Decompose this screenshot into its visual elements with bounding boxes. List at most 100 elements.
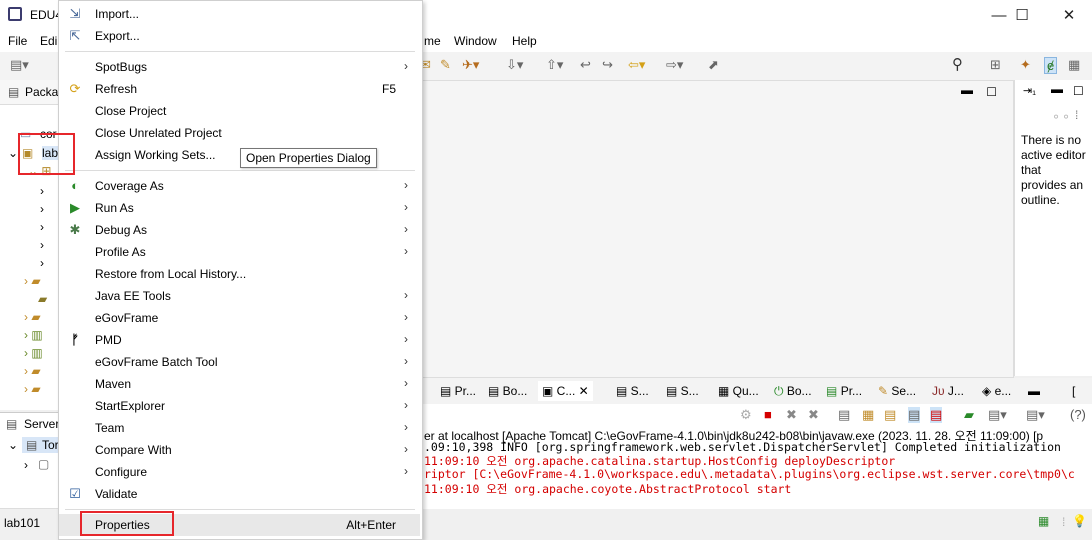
- tree-item-child[interactable]: ›: [40, 238, 44, 256]
- maximize-view-icon[interactable]: ☐: [1073, 84, 1084, 98]
- tab-bookmarks[interactable]: ▤ Bo...: [488, 384, 527, 398]
- menu-item-startexplorer[interactable]: StartExplorer ›: [59, 395, 420, 417]
- debug-perspective-icon[interactable]: ▦: [1068, 57, 1080, 73]
- tree-item-child[interactable]: ›: [40, 202, 44, 220]
- view-menu-icon[interactable]: ⁞: [1075, 108, 1078, 122]
- progress-icon[interactable]: ▦: [1038, 514, 1049, 528]
- menu-file[interactable]: File: [8, 34, 27, 48]
- menu-item-profile-as[interactable]: Profile As ›: [59, 241, 420, 263]
- tree-item-library[interactable]: › ▥: [24, 328, 43, 346]
- submenu-arrow-icon: ›: [404, 244, 408, 258]
- menu-item-label: Java EE Tools: [95, 289, 171, 303]
- tree-item-folder[interactable]: › ▰: [24, 310, 41, 328]
- menu-item-restore-history[interactable]: Restore from Local History...: [59, 263, 420, 285]
- server-item-label[interactable]: Tor: [42, 438, 59, 452]
- external-tools-icon[interactable]: ✈▾: [462, 57, 479, 73]
- new-icon[interactable]: ▤▾: [10, 57, 29, 73]
- tab-servers[interactable]: ▤ S...: [666, 384, 699, 398]
- menu-item-maven[interactable]: Maven ›: [59, 373, 420, 395]
- tab-snippets[interactable]: ▤ S...: [616, 384, 649, 398]
- menu-partial[interactable]: me: [424, 34, 441, 48]
- back-icon[interactable]: ⇦▾: [628, 57, 645, 73]
- menu-item-label: SpotBugs: [95, 60, 148, 74]
- tip-lightbulb-icon[interactable]: 💡: [1072, 514, 1087, 528]
- collapse-arrow-icon[interactable]: ⌄: [8, 438, 18, 452]
- tab-search[interactable]: ✎ Se...: [878, 384, 916, 398]
- tab-progress[interactable]: ▤ Pr...: [826, 384, 862, 398]
- tree-item-folder[interactable]: ▰: [38, 292, 47, 310]
- tab-overflow[interactable]: [: [1072, 384, 1075, 398]
- prev-annotation-icon[interactable]: ⇧▾: [546, 57, 563, 73]
- menu-item-egovframe[interactable]: eGovFrame ›: [59, 307, 420, 329]
- word-wrap-icon[interactable]: ▤: [884, 407, 896, 423]
- scroll-lock-icon[interactable]: ▦: [862, 407, 874, 423]
- last-edit-icon[interactable]: ↩: [580, 57, 591, 73]
- maximize-view-icon[interactable]: ⬈: [708, 57, 719, 73]
- minimize-view-icon[interactable]: ▬: [961, 83, 973, 97]
- display-console-icon[interactable]: ▤▾: [988, 407, 1007, 423]
- menu-help[interactable]: Help: [512, 34, 537, 48]
- menu-item-coverage-as[interactable]: ◐ Coverage As ›: [59, 175, 420, 197]
- submenu-arrow-icon: ›: [404, 222, 408, 236]
- menu-item-team[interactable]: Team ›: [59, 417, 420, 439]
- expand-arrow-icon[interactable]: ›: [24, 458, 28, 472]
- open-perspective-icon[interactable]: ⊞: [990, 57, 1001, 73]
- menu-item-refresh[interactable]: ⟳ Refresh F5: [59, 78, 420, 100]
- search-icon[interactable]: ⚲: [952, 55, 963, 73]
- tree-item-child[interactable]: ›: [40, 184, 44, 202]
- menu-item-configure[interactable]: Configure ›: [59, 461, 420, 483]
- menu-item-egovframe-batch[interactable]: eGovFrame Batch Tool ›: [59, 351, 420, 373]
- outline-tab-icon[interactable]: ⇥₁: [1023, 84, 1036, 97]
- menu-item-close-unrelated[interactable]: Close Unrelated Project: [59, 122, 420, 144]
- tree-item-folder[interactable]: › ▰: [24, 382, 41, 400]
- next-annotation-icon[interactable]: ⇩▾: [506, 57, 523, 73]
- show-stderr-icon[interactable]: ▤: [930, 407, 943, 423]
- menu-item-export[interactable]: ⇱ Export...: [59, 25, 420, 47]
- package-explorer-tab[interactable]: ▤ Packa: [0, 80, 58, 105]
- remove-launch-icon[interactable]: ✖: [786, 407, 797, 423]
- menu-item-pmd[interactable]: ᚠ PMD ›: [59, 329, 420, 351]
- view-menu-icon[interactable]: (?): [1070, 407, 1086, 422]
- forward-icon[interactable]: ⇨▾: [666, 57, 683, 73]
- egov-perspective-icon[interactable]: ɇ: [1044, 57, 1058, 74]
- menu-item-debug-as[interactable]: ✱ Debug As ›: [59, 219, 420, 241]
- tab-query[interactable]: ▦ Qu...: [718, 384, 759, 398]
- clear-console-icon[interactable]: ▤: [838, 407, 850, 423]
- menu-window[interactable]: Window: [454, 34, 497, 48]
- menu-item-run-as[interactable]: ▶ Run As ›: [59, 197, 420, 219]
- terminate-all-icon[interactable]: ⚙: [740, 407, 752, 423]
- maximize-button[interactable]: ☐: [999, 0, 1045, 30]
- menu-item-close-project[interactable]: Close Project: [59, 100, 420, 122]
- sort-icon[interactable]: ⚬⚬: [1051, 110, 1071, 124]
- close-button[interactable]: ✕: [1046, 0, 1092, 30]
- tab-properties[interactable]: ▤ Pr...: [440, 384, 476, 398]
- tree-item-folder[interactable]: › ▰: [24, 364, 41, 382]
- menu-item-validate[interactable]: ☑ Validate: [59, 483, 420, 505]
- menu-item-java-ee-tools[interactable]: Java EE Tools ›: [59, 285, 420, 307]
- minimize-view-icon[interactable]: ▬: [1028, 384, 1040, 398]
- tree-item-child[interactable]: ›: [40, 256, 44, 274]
- collapse-arrow-icon[interactable]: ⌄: [8, 146, 18, 160]
- servers-tab-label[interactable]: Server: [24, 417, 59, 431]
- menu-item-import[interactable]: ⇲ Import...: [59, 3, 420, 25]
- menu-item-compare-with[interactable]: Compare With ›: [59, 439, 420, 461]
- open-console-icon[interactable]: ▤▾: [1026, 407, 1045, 423]
- folder-icon[interactable]: ✎: [440, 57, 451, 73]
- tree-item-folder[interactable]: › ▰: [24, 274, 41, 292]
- tab-egov[interactable]: ◈ e...: [982, 384, 1011, 398]
- tab-boot[interactable]: ⏻ Bo...: [774, 384, 812, 399]
- tree-item-child[interactable]: ›: [40, 220, 44, 238]
- show-stdout-icon[interactable]: ▤: [908, 407, 921, 423]
- menu-item-spotbugs[interactable]: SpotBugs ›: [59, 56, 420, 78]
- menu-edit[interactable]: Edi: [40, 34, 57, 48]
- remove-all-icon[interactable]: ✖: [808, 407, 819, 423]
- pin-console-icon[interactable]: ▰: [964, 407, 974, 423]
- tree-item-library[interactable]: › ▥: [24, 346, 43, 364]
- terminate-icon[interactable]: ■: [764, 407, 772, 422]
- pin-icon[interactable]: ↪: [602, 57, 613, 73]
- minimize-view-icon[interactable]: ▬: [1051, 82, 1063, 96]
- tab-console[interactable]: ▣ C... ✕: [538, 381, 593, 401]
- java-ee-perspective-icon[interactable]: ✦: [1020, 57, 1031, 73]
- maximize-view-icon[interactable]: ☐: [986, 85, 997, 99]
- tab-junit[interactable]: Jᴜ J...: [932, 384, 964, 398]
